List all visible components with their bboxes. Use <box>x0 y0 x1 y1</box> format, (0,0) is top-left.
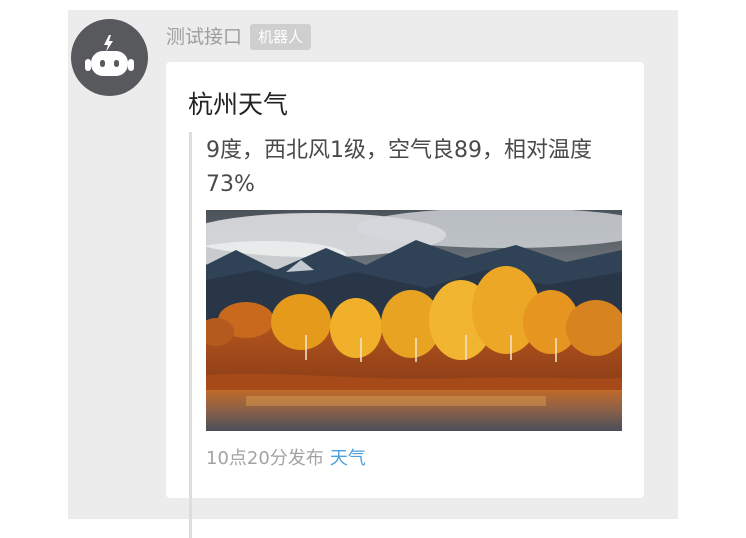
robot-icon <box>85 35 134 76</box>
card-footer: 10点20分发布 天气 <box>206 446 366 472</box>
sender-name: 测试接口 <box>166 26 243 48</box>
bot-badge: 机器人 <box>250 24 312 50</box>
robot-avatar[interactable] <box>71 19 148 96</box>
autumn-landscape-photo[interactable] <box>206 210 622 431</box>
card-title: 杭州天气 <box>188 90 289 119</box>
sender-header: 测试接口 机器人 <box>166 22 312 52</box>
publish-time: 10点20分发布 <box>206 448 324 469</box>
weather-card[interactable]: 杭州天气 9度，西北风1级，空气良89，相对温度73% 10点20分发布 天气 <box>166 62 644 538</box>
weather-description: 9度，西北风1级，空气良89，相对温度73% <box>206 138 592 197</box>
weather-link[interactable]: 天气 <box>330 446 366 472</box>
quote-bar <box>189 132 192 538</box>
